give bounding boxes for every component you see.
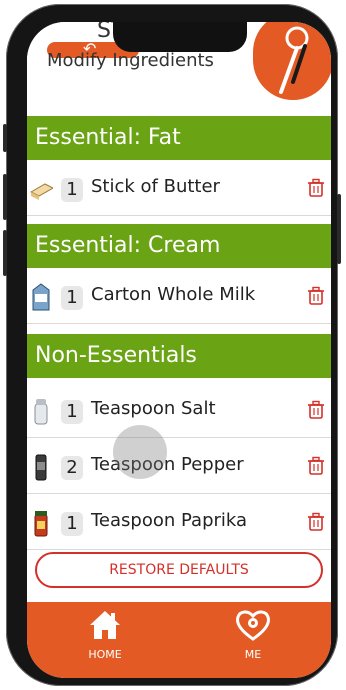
app-logo	[253, 22, 331, 100]
quantity-badge[interactable]: 1	[61, 286, 83, 310]
ingredient-name: Stick of Butter	[91, 176, 220, 197]
butter-icon	[29, 183, 53, 200]
trash-icon[interactable]	[307, 512, 325, 532]
quantity-badge[interactable]: 2	[61, 456, 83, 480]
paprika-jar-icon	[34, 511, 48, 537]
pepper-grinder-icon	[35, 454, 47, 481]
heart-gear-icon	[236, 610, 270, 641]
volume-down-button	[3, 230, 7, 276]
nav-home[interactable]: HOME	[65, 608, 145, 661]
bottom-nav: HOME ME	[27, 602, 331, 678]
home-icon	[90, 611, 120, 639]
ingredient-row: 1 Teaspoon Salt	[27, 384, 331, 438]
ingredient-row: 1 Teaspoon Paprika	[27, 496, 331, 550]
section-header-cream: Essential: Cream	[27, 224, 331, 268]
power-button	[337, 194, 341, 264]
ingredient-row: 2 Teaspoon Pepper	[27, 440, 331, 494]
ingredient-name: Teaspoon Paprika	[91, 510, 248, 531]
quantity-badge[interactable]: 1	[61, 512, 83, 536]
trash-icon[interactable]	[307, 178, 325, 198]
ingredient-name: Carton Whole Milk	[91, 284, 256, 305]
quantity-badge[interactable]: 1	[61, 400, 83, 424]
app-screen: ST ↶ Modify Ingredients Essential: Fat 1…	[27, 22, 331, 678]
page-subtitle: Modify Ingredients	[47, 50, 214, 71]
nav-home-label: HOME	[88, 648, 122, 661]
salt-shaker-icon	[34, 399, 48, 425]
trash-icon[interactable]	[307, 456, 325, 476]
restore-defaults-button[interactable]: RESTORE DEFAULTS	[35, 552, 323, 588]
ingredient-name: Teaspoon Salt	[91, 398, 216, 419]
mute-switch	[3, 124, 7, 152]
section-header-fat: Essential: Fat	[27, 116, 331, 160]
device-notch	[113, 22, 247, 52]
phone-frame: ST ↶ Modify Ingredients Essential: Fat 1…	[3, 4, 341, 686]
section-header-non-essentials: Non-Essentials	[27, 334, 331, 378]
milk-carton-icon	[32, 283, 50, 311]
trash-icon[interactable]	[307, 400, 325, 420]
quantity-badge[interactable]: 1	[61, 178, 83, 202]
volume-up-button	[3, 174, 7, 220]
touch-indicator	[113, 425, 167, 479]
nav-me-label: ME	[244, 648, 262, 661]
nav-me[interactable]: ME	[213, 608, 293, 661]
ingredient-row: 1 Carton Whole Milk	[27, 270, 331, 324]
ingredient-row: 1 Stick of Butter	[27, 162, 331, 216]
trash-icon[interactable]	[307, 286, 325, 306]
